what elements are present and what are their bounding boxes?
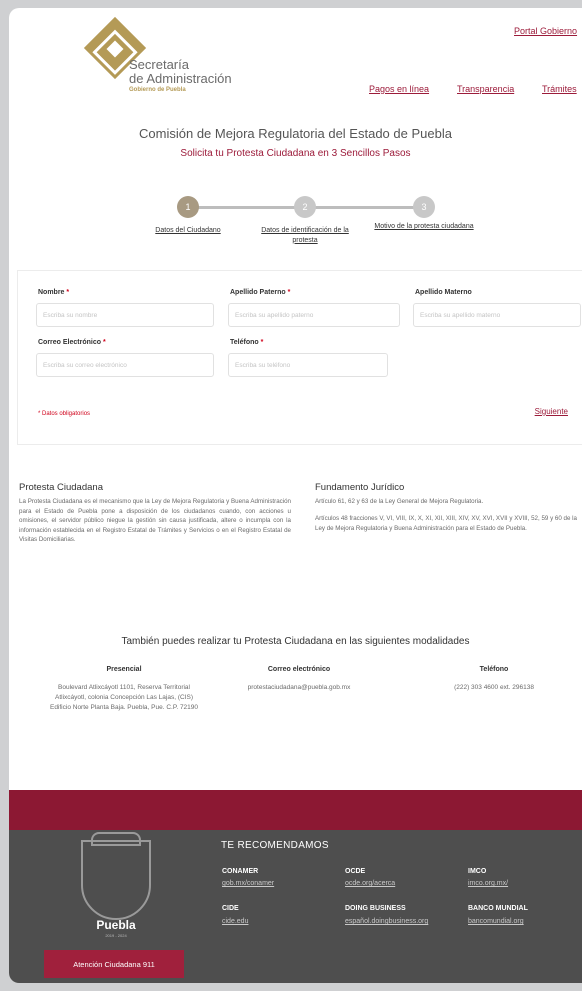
protesta-text: La Protesta Ciudadana es el mecanismo qu… [19,498,291,544]
brand-line1: Secretaría [129,57,189,72]
telefono-label: Teléfono * [230,339,264,346]
puebla-label: Puebla [96,918,136,932]
step-3-dot[interactable]: 3 [413,196,435,218]
brand-line2: de Administración [129,70,232,86]
puebla-years: 2019 - 2024 [105,933,127,938]
nombre-label: Nombre * [38,289,70,296]
correo-text[interactable]: protestaciudadana@puebla.gob.mx [219,683,379,693]
telefono-input[interactable] [228,353,388,377]
paterno-label: Apellido Paterno * [230,289,291,296]
modalidades-title: También puedes realizar tu Protesta Ciud… [121,636,470,647]
step-1-dot[interactable]: 1 [177,196,199,218]
rec-doingbusiness-title: DOING BUSINESS [345,905,406,912]
step-3-label[interactable]: Motivo de la protesta ciudadana [369,222,479,232]
correo-label: Correo Electrónico * [38,339,106,346]
portal-gobierno-link[interactable]: Portal Gobierno [514,26,577,36]
nombre-input[interactable] [36,303,214,327]
nav-transparencia-link[interactable]: Transparencia [457,84,514,94]
correo-input[interactable] [36,353,214,377]
brand-line3: Gobierno de Puebla [129,87,186,94]
correo-title: Correo electrónico [267,666,331,673]
header: Secretaría de Administración Gobierno de… [9,8,582,118]
materno-label: Apellido Materno [415,289,472,296]
recomendamos-title: TE RECOMENDAMOS [221,840,329,851]
protesta-title: Protesta Ciudadana [19,482,103,493]
puebla-seal-icon [81,840,151,920]
rec-cide-link[interactable]: cide.edu [222,917,248,926]
next-link[interactable]: Siguiente [535,407,568,416]
rec-conamer-link[interactable]: gob.mx/conamer [222,879,274,888]
telefono-text: (222) 303 4600 ext. 296138 [454,684,534,691]
rec-imco-link[interactable]: imco.org.mx/ [468,879,508,888]
footer-band [9,790,582,830]
rec-conamer-title: CONAMER [222,868,259,875]
nav-pagos-link[interactable]: Pagos en línea [369,84,429,94]
presencial-title: Presencial [106,666,142,673]
page: Secretaría de Administración Gobierno de… [9,8,582,983]
rec-ocde-link[interactable]: ocde.org/acerca [345,879,395,888]
rec-bancomundial-title: BANCO MUNDIAL [468,905,528,912]
presencial-text: Boulevard Atlixcáyotl 1101, Reserva Terr… [49,684,199,712]
page-subtitle: Solicita tu Protesta Ciudadana en 3 Senc… [180,148,411,159]
atencion-ciudadana-button[interactable]: Atención Ciudadana 911 [44,950,184,978]
brand[interactable]: Secretaría de Administración Gobierno de… [129,58,232,94]
telefono-title: Teléfono [479,666,509,673]
form-card: Nombre * Apellido Paterno * Apellido Mat… [17,270,582,445]
rec-ocde-title: OCDE [345,868,366,875]
rec-cide-title: CIDE [222,905,239,912]
materno-input[interactable] [413,303,581,327]
page-title: Comisión de Mejora Regulatoria del Estad… [139,126,452,141]
fundamento-p1: Artículo 61, 62 y 63 de la Ley General d… [315,498,484,505]
required-note: * Datos obligatorios [38,411,91,417]
step-2-label[interactable]: Datos de identificación de la protesta [250,226,360,246]
fundamento-title: Fundamento Jurídico [315,482,405,493]
fundamento-p2: Artículos 48 fracciones V, VI, VIII, IX,… [315,515,577,532]
rec-doingbusiness-link[interactable]: español.doingbusiness.org [345,917,457,926]
paterno-input[interactable] [228,303,400,327]
step-2-dot[interactable]: 2 [294,196,316,218]
nav-tramites-link[interactable]: Trámites [542,84,577,94]
rec-imco-title: IMCO [468,868,487,875]
rec-bancomundial-link[interactable]: bancomundial.org [468,917,524,926]
footer: Puebla 2019 - 2024 Atención Ciudadana 91… [9,830,582,983]
step-1-label[interactable]: Datos del Ciudadano [133,226,243,236]
